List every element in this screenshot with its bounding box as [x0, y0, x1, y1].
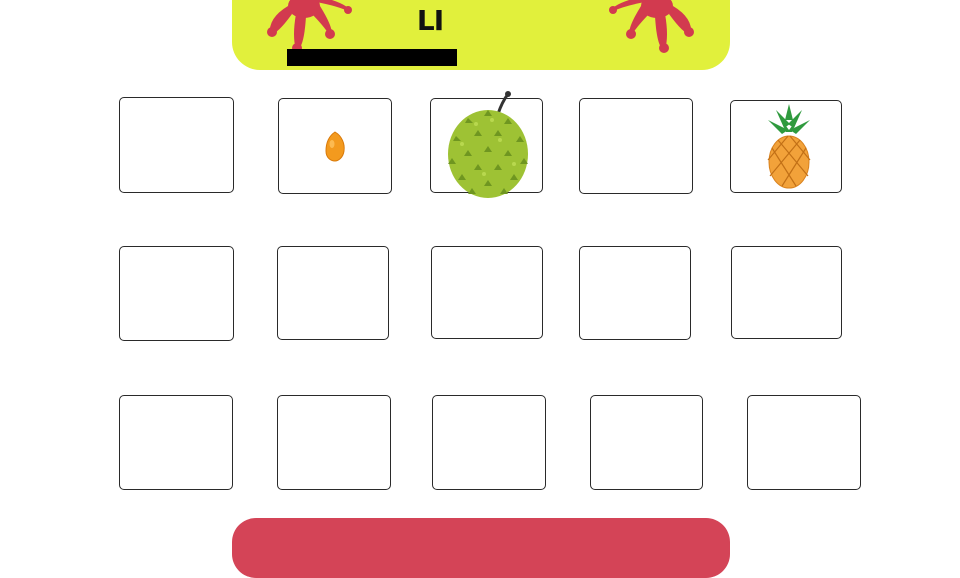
card-r3-c1[interactable]	[119, 395, 233, 490]
syllable-title: LI	[416, 4, 444, 37]
card-r2-c1[interactable]	[119, 246, 234, 341]
durian-icon	[448, 91, 528, 198]
card-r1-c4[interactable]	[579, 98, 693, 194]
card-r3-c2[interactable]	[277, 395, 391, 490]
card-r2-c2[interactable]	[277, 246, 389, 340]
card-r2-c4[interactable]	[579, 246, 691, 340]
bottom-action-bar[interactable]	[232, 518, 730, 578]
pineapple-icon	[767, 104, 811, 189]
card-r3-c5[interactable]	[747, 395, 861, 490]
card-r2-c3[interactable]	[431, 246, 543, 339]
card-r3-c3[interactable]	[432, 395, 546, 490]
answer-bar	[287, 49, 457, 66]
card-r2-c5[interactable]	[731, 246, 842, 339]
right-splat-icon	[609, 0, 694, 53]
card-r1-c1[interactable]	[119, 97, 234, 193]
orange-seed-icon	[325, 131, 345, 162]
card-r3-c4[interactable]	[590, 395, 703, 490]
left-splat-icon	[267, 0, 352, 53]
